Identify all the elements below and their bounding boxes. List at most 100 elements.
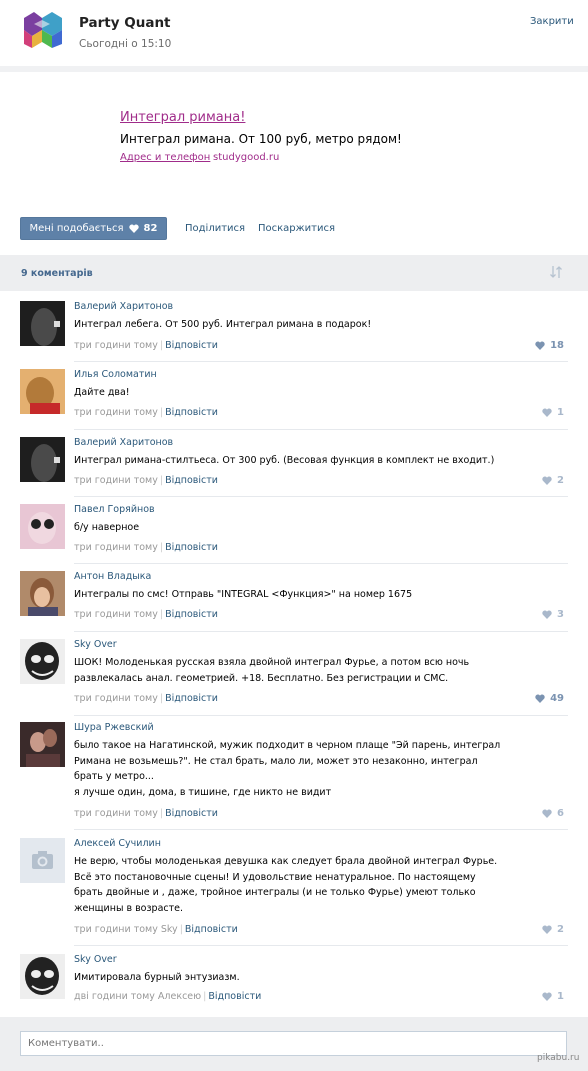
reply-link[interactable]: Відповісти	[208, 991, 261, 1002]
comment-like-button[interactable]: 6	[542, 808, 564, 819]
group-title[interactable]: Party Quant	[79, 15, 171, 31]
comment-like-button[interactable]: 3	[542, 609, 564, 620]
comment-item: Sky Over ШОК! Молоденькая русская взяла …	[20, 639, 568, 716]
header-divider	[0, 66, 588, 72]
comment-divider	[74, 631, 568, 632]
comment-text-line: я лучше один, дома, в тишине, где никто …	[74, 786, 332, 798]
share-link[interactable]: Поділитися	[185, 223, 245, 234]
comment-divider	[74, 496, 568, 497]
comment-like-count: 2	[557, 475, 564, 486]
avatar[interactable]	[20, 301, 65, 346]
reply-link[interactable]: Відповісти	[165, 542, 218, 553]
comment-item: Валерий Харитонов Интеграл римана-стилть…	[20, 437, 568, 497]
comment-item: Валерий Харитонов Интеграл лебега. От 50…	[20, 301, 568, 362]
comment-time[interactable]: дві години тому Алексею	[74, 991, 201, 1002]
ad-site-link[interactable]: studygood.ru	[213, 152, 279, 163]
comment-time[interactable]: три години тому	[74, 407, 158, 418]
close-link[interactable]: Закрити	[530, 16, 574, 27]
avatar[interactable]	[20, 437, 65, 482]
avatar[interactable]	[20, 954, 65, 999]
reply-link[interactable]: Відповісти	[165, 693, 218, 704]
like-count: 82	[143, 223, 158, 234]
ad-text: Интеграл римана. От 100 руб, метро рядом…	[120, 132, 402, 146]
comment-like-button[interactable]: 18	[535, 340, 564, 351]
group-avatar[interactable]	[20, 10, 65, 55]
comment-like-count: 18	[550, 340, 564, 351]
heart-icon	[542, 408, 552, 417]
comment-author[interactable]: Валерий Харитонов	[74, 437, 173, 448]
comment-meta: дві години тому Алексею | Відповісти	[74, 991, 262, 1002]
ad-contacts-link[interactable]: Адрес и телефон	[120, 152, 210, 163]
comment-like-count: 49	[550, 693, 564, 704]
comment-text: было такое на Нагатинской, мужик подходи…	[74, 738, 504, 800]
avatar[interactable]	[20, 504, 65, 549]
comment-text: Интеграл лебега. От 500 руб. Интеграл ри…	[74, 319, 372, 330]
heart-icon	[542, 610, 552, 619]
comment-divider	[74, 715, 568, 716]
comment-like-button[interactable]: 2	[542, 924, 564, 935]
comment-like-count: 1	[557, 407, 564, 418]
comment-item: Илья Соломатин Дайте два! три години том…	[20, 369, 568, 430]
comment-time[interactable]: три години тому Sky	[74, 924, 178, 935]
comment-meta: три години тому | Відповісти	[74, 693, 218, 704]
comment-time[interactable]: три години тому	[74, 609, 158, 620]
heart-icon	[535, 694, 545, 703]
comment-author[interactable]: Шура Ржевский	[74, 722, 154, 733]
ad-title-link[interactable]: Интеграл римана!	[120, 110, 245, 125]
heart-icon	[542, 925, 552, 934]
like-button[interactable]: Мені подобається 82	[20, 217, 167, 240]
comment-text: Не верю, чтобы молоденькая девушка как с…	[74, 856, 498, 914]
heart-icon	[128, 224, 139, 233]
watermark: pikabu.ru	[537, 1053, 580, 1063]
comment-like-button[interactable]: 1	[542, 407, 564, 418]
comment-meta: три години тому | Відповісти	[74, 407, 218, 418]
comment-time[interactable]: три години тому	[74, 542, 158, 553]
comment-time[interactable]: три години тому	[74, 340, 158, 351]
avatar[interactable]	[20, 639, 65, 684]
comments-count: 9 коментарів	[21, 268, 93, 279]
comment-author[interactable]: Павел Горяйнов	[74, 504, 155, 515]
comment-like-count: 1	[557, 991, 564, 1002]
comment-meta: три години тому | Відповісти	[74, 542, 218, 553]
comment-input[interactable]	[20, 1031, 567, 1056]
avatar[interactable]	[20, 571, 65, 616]
comment-item: Павел Горяйнов б/у наверное три години т…	[20, 504, 568, 564]
comment-item: Антон Владыка Интегралы по смс! Отправь …	[20, 571, 568, 632]
reply-link[interactable]: Відповісти	[165, 475, 218, 486]
report-link[interactable]: Поскаржитися	[258, 223, 335, 234]
comment-like-count: 2	[557, 924, 564, 935]
comment-time[interactable]: три години тому	[74, 693, 158, 704]
reply-link[interactable]: Відповісти	[165, 609, 218, 620]
post-time: Сьогодні о 15:10	[79, 38, 172, 50]
comment-time[interactable]: три години тому	[74, 475, 158, 486]
comment-like-button[interactable]: 1	[542, 991, 564, 1002]
comment-text-line: было такое на Нагатинской, мужик подходи…	[74, 740, 501, 782]
avatar[interactable]	[20, 838, 65, 883]
comment-text: Дайте два!	[74, 387, 130, 398]
comment-meta: три години тому | Відповісти	[74, 808, 218, 819]
heart-icon	[542, 992, 552, 1001]
comment-author[interactable]: Sky Over	[74, 639, 117, 650]
comments-header: 9 коментарів	[0, 255, 588, 291]
comment-divider	[74, 361, 568, 362]
comment-like-button[interactable]: 2	[542, 475, 564, 486]
comment-author[interactable]: Алексей Сучилин	[74, 838, 161, 849]
reply-link[interactable]: Відповісти	[165, 407, 218, 418]
heart-icon	[535, 341, 545, 350]
comment-text: б/у наверное	[74, 522, 140, 533]
heart-icon	[542, 476, 552, 485]
comment-like-count: 3	[557, 609, 564, 620]
avatar[interactable]	[20, 369, 65, 414]
reply-link[interactable]: Відповісти	[185, 924, 238, 935]
comment-author[interactable]: Илья Соломатин	[74, 369, 157, 380]
sort-icon[interactable]	[548, 264, 564, 280]
comment-like-count: 6	[557, 808, 564, 819]
comment-time[interactable]: три години тому	[74, 808, 158, 819]
reply-link[interactable]: Відповісти	[165, 808, 218, 819]
reply-link[interactable]: Відповісти	[165, 340, 218, 351]
comment-like-button[interactable]: 49	[535, 693, 564, 704]
avatar[interactable]	[20, 722, 65, 767]
comment-author[interactable]: Sky Over	[74, 954, 117, 965]
comment-author[interactable]: Антон Владыка	[74, 571, 151, 582]
comment-author[interactable]: Валерий Харитонов	[74, 301, 173, 312]
